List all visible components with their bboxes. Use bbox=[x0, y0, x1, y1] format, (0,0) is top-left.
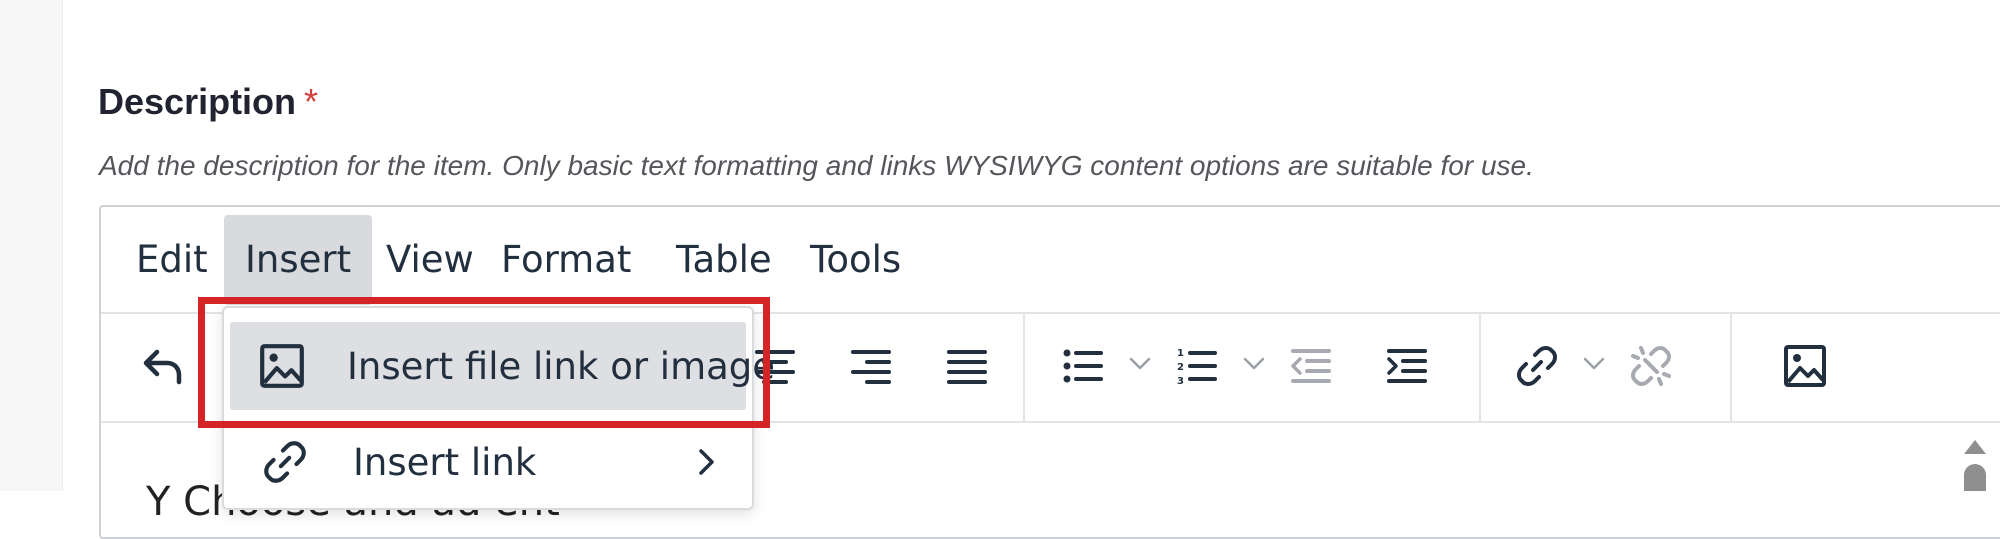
highlight-annotation-box bbox=[198, 297, 770, 428]
field-help-text: Add the description for the item. Only b… bbox=[99, 150, 1534, 181]
toolbar-separator bbox=[1730, 314, 1732, 421]
menu-format[interactable]: Format bbox=[480, 215, 652, 305]
required-marker: * bbox=[304, 81, 319, 122]
toolbar-separator bbox=[1479, 314, 1481, 421]
svg-text:2: 2 bbox=[1177, 362, 1184, 373]
undo-button[interactable] bbox=[131, 334, 195, 398]
indent-button[interactable] bbox=[1375, 334, 1439, 398]
link-icon bbox=[1517, 346, 1557, 386]
insert-link-button[interactable] bbox=[1505, 334, 1569, 398]
align-justify-button[interactable] bbox=[935, 334, 999, 398]
menu-tools[interactable]: Tools bbox=[789, 215, 922, 305]
image-icon bbox=[1784, 345, 1826, 387]
insert-image-button[interactable] bbox=[1773, 334, 1837, 398]
bullet-list-icon bbox=[1063, 349, 1103, 383]
indent-icon bbox=[1387, 349, 1427, 383]
menu-table[interactable]: Table bbox=[655, 215, 793, 305]
outdent-button[interactable] bbox=[1279, 334, 1343, 398]
editor-scrollbar[interactable] bbox=[1950, 330, 2000, 491]
svg-text:3: 3 bbox=[1177, 376, 1184, 387]
align-justify-icon bbox=[947, 350, 987, 384]
link-icon bbox=[257, 434, 313, 490]
menu-insert[interactable]: Insert bbox=[224, 215, 373, 305]
menu-item-label: Insert link bbox=[353, 440, 537, 484]
chevron-down-icon[interactable] bbox=[1579, 348, 1609, 378]
chevron-down-icon[interactable] bbox=[1239, 348, 1269, 378]
scrollbar-thumb[interactable] bbox=[1964, 464, 1986, 491]
numbered-list-icon: 1 2 3 bbox=[1177, 348, 1217, 387]
bullet-list-button[interactable] bbox=[1051, 334, 1115, 398]
numbered-list-button[interactable]: 1 2 3 bbox=[1165, 334, 1229, 398]
align-right-button[interactable] bbox=[839, 334, 903, 398]
editor-menubar: Edit Insert View Format Table Tools bbox=[101, 207, 2000, 311]
insert-link-item[interactable]: Insert link bbox=[230, 418, 746, 506]
menu-edit[interactable]: Edit bbox=[115, 215, 229, 305]
field-label: Description * bbox=[98, 80, 318, 124]
undo-icon bbox=[143, 349, 182, 385]
unlink-icon bbox=[1631, 346, 1671, 386]
scroll-up-arrow-icon[interactable] bbox=[1964, 440, 1986, 454]
unlink-button[interactable] bbox=[1619, 334, 1683, 398]
svg-text:1: 1 bbox=[1177, 348, 1184, 359]
menu-view[interactable]: View bbox=[365, 215, 495, 305]
field-label-text: Description bbox=[98, 81, 297, 122]
chevron-down-icon[interactable] bbox=[1125, 348, 1155, 378]
left-sidebar-strip bbox=[0, 0, 63, 491]
outdent-icon bbox=[1291, 349, 1331, 383]
chevron-right-icon bbox=[699, 449, 714, 475]
toolbar-separator bbox=[1023, 314, 1025, 421]
align-right-icon bbox=[851, 350, 891, 384]
